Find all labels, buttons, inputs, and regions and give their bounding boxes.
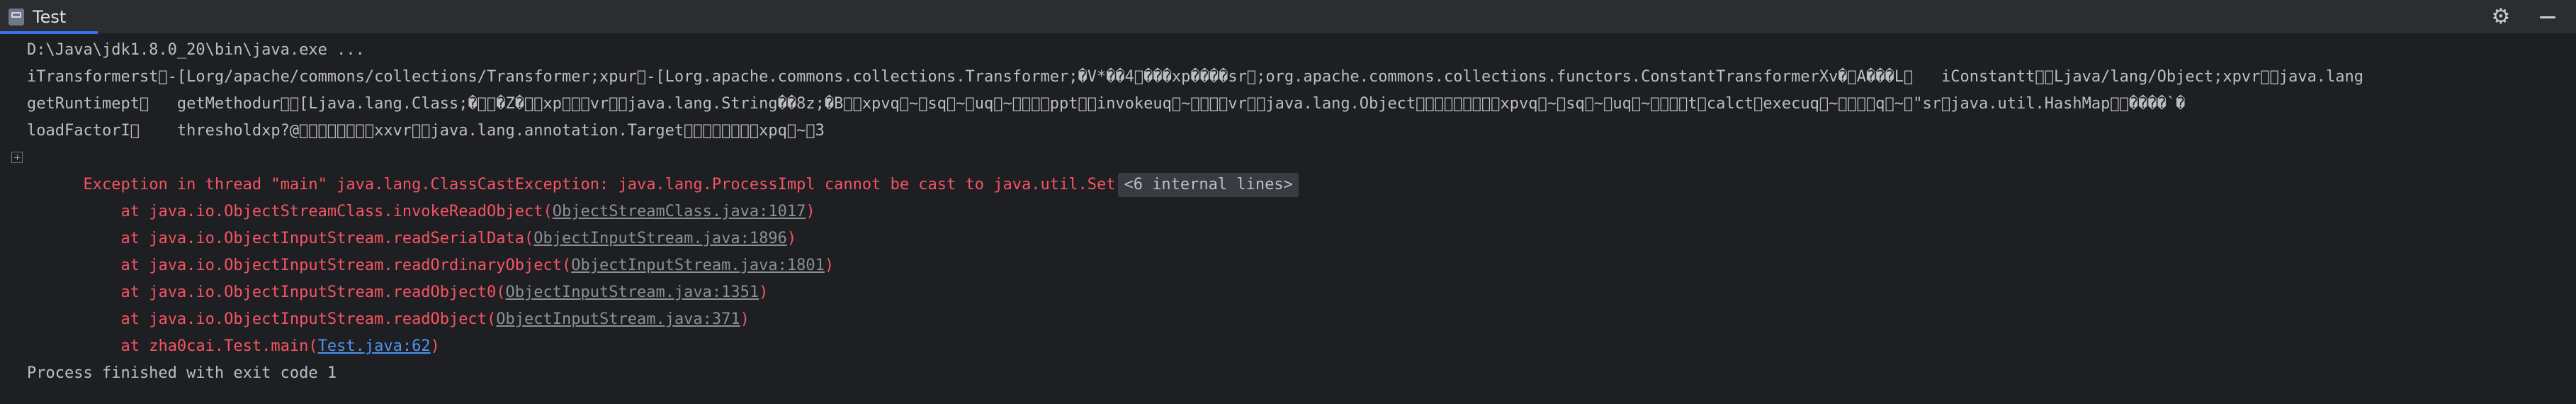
stack-frame: at zha0cai.Test.main(Test.java:62): [27, 306, 439, 355]
internal-lines-fold[interactable]: <6 internal lines>: [1118, 173, 1299, 197]
stack-frame-paren: ): [759, 284, 769, 301]
gear-icon[interactable]: ⚙: [2490, 6, 2512, 28]
stack-frame-paren: ): [824, 257, 835, 274]
stack-frame-paren: ): [806, 203, 815, 220]
tool-window-header: Test ⚙: [0, 0, 2576, 34]
stack-frame-paren: ): [430, 337, 440, 355]
stack-frame: at java.io.ObjectInputStream.readSerialD…: [27, 198, 796, 247]
minimize-icon[interactable]: [2536, 6, 2559, 28]
header-actions: ⚙: [2490, 0, 2559, 34]
binary-output-line: getRuntimept  getMethodur  [Ljava.lang.C…: [27, 95, 2186, 113]
binary-output-line: iTransformerst -[Lorg/apache/commons/col…: [27, 68, 2364, 86]
exit-message: Process finished with exit code 1: [27, 364, 337, 382]
run-tool-window: Test ⚙ D:\Java\jdk1.8.0_20\bin\java.exe …: [0, 0, 2576, 404]
stack-frame: at java.io.ObjectInputStream.readObject0…: [27, 252, 768, 301]
stack-frame-link[interactable]: ObjectInputStream.java:371: [496, 310, 740, 328]
binary-output-line: loadFactorI  thresholdxp?@        xxvr  …: [27, 122, 825, 140]
fold-expand-icon[interactable]: [11, 152, 23, 163]
console-output[interactable]: D:\Java\jdk1.8.0_20\bin\java.exe ... iTr…: [0, 34, 2576, 404]
stack-frame-link[interactable]: Test.java:62: [318, 337, 431, 355]
stack-frame: at java.io.ObjectStreamClass.invokeReadO…: [27, 172, 815, 220]
stack-frame: at java.io.ObjectInputStream.readObject(…: [27, 279, 749, 328]
exception-line: Exception in thread "main" java.lang.Cla…: [27, 145, 1299, 197]
tab-test[interactable]: Test: [0, 0, 98, 34]
tab-title: Test: [33, 7, 67, 27]
console-icon: [9, 9, 24, 26]
stack-frame: at java.io.ObjectInputStream.readOrdinar…: [27, 225, 834, 274]
command-line: D:\Java\jdk1.8.0_20\bin\java.exe ...: [27, 41, 365, 59]
stack-frame-method: at zha0cai.Test.main(: [83, 337, 318, 355]
stack-frame-paren: ): [740, 310, 750, 328]
